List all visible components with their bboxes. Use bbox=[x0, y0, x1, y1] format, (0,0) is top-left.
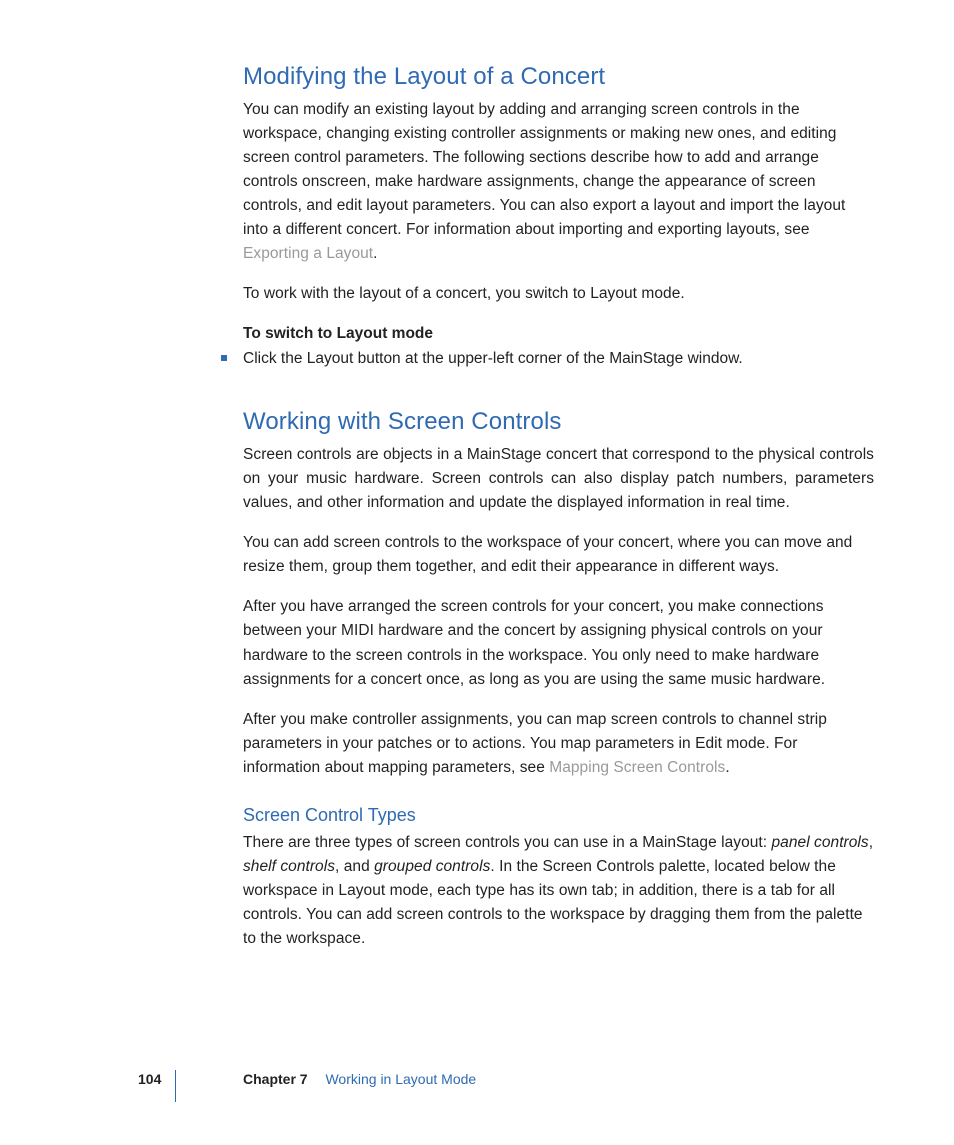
heading-modifying-layout: Modifying the Layout of a Concert bbox=[243, 62, 874, 92]
bullet-icon bbox=[221, 355, 227, 361]
page-footer: 104 Chapter 7 Working in Layout Mode bbox=[0, 1071, 954, 1095]
paragraph: After you have arranged the screen contr… bbox=[243, 595, 874, 691]
text-run: . bbox=[725, 759, 729, 776]
paragraph: You can add screen controls to the works… bbox=[243, 531, 874, 579]
paragraph: Screen controls are objects in a MainSta… bbox=[243, 443, 874, 515]
text-run: , bbox=[869, 834, 873, 851]
paragraph: To work with the layout of a concert, yo… bbox=[243, 282, 874, 306]
heading-working-with-screen-controls: Working with Screen Controls bbox=[243, 407, 874, 437]
text-run: . bbox=[373, 245, 377, 262]
bullet-item: Click the Layout button at the upper-lef… bbox=[243, 347, 874, 371]
text-run: After you make controller assignments, y… bbox=[243, 711, 827, 776]
page-number: 104 bbox=[138, 1071, 161, 1087]
link-mapping-screen-controls[interactable]: Mapping Screen Controls bbox=[549, 759, 725, 776]
paragraph: After you make controller assignments, y… bbox=[243, 708, 874, 780]
heading-screen-control-types: Screen Control Types bbox=[243, 804, 874, 827]
link-exporting-a-layout[interactable]: Exporting a Layout bbox=[243, 245, 373, 262]
bullet-text: Click the Layout button at the upper-lef… bbox=[243, 350, 743, 367]
paragraph: There are three types of screen controls… bbox=[243, 831, 874, 951]
text-run: There are three types of screen controls… bbox=[243, 834, 772, 851]
procedure-heading: To switch to Layout mode bbox=[243, 322, 874, 345]
document-page: Modifying the Layout of a Concert You ca… bbox=[0, 0, 954, 1145]
term-grouped-controls: grouped controls bbox=[374, 858, 490, 875]
chapter-title: Working in Layout Mode bbox=[325, 1071, 476, 1087]
section-working-with-screen-controls: Working with Screen Controls Screen cont… bbox=[243, 407, 874, 951]
text-run: You can modify an existing layout by add… bbox=[243, 101, 845, 238]
text-run: , and bbox=[335, 858, 374, 875]
term-shelf-controls: shelf controls bbox=[243, 858, 335, 875]
chapter-label: Chapter 7 bbox=[243, 1071, 308, 1087]
term-panel-controls: panel controls bbox=[772, 834, 869, 851]
paragraph: You can modify an existing layout by add… bbox=[243, 98, 874, 266]
footer-chapter: Chapter 7 Working in Layout Mode bbox=[243, 1071, 476, 1087]
